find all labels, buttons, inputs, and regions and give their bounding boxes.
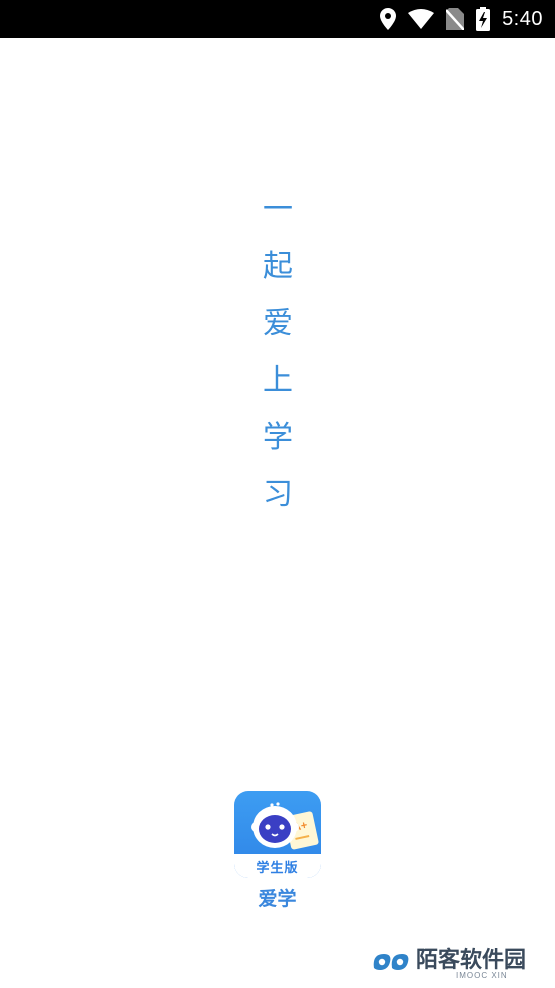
slogan-char: 起 xyxy=(263,249,293,284)
wifi-icon xyxy=(408,9,435,29)
robot-mascot-icon: A+ xyxy=(251,802,319,850)
watermark: 陌客软件园 IMOOC XIN xyxy=(370,942,545,986)
battery-charging-icon xyxy=(476,7,491,31)
app-icon-badge-label: 学生版 xyxy=(256,860,299,876)
location-icon xyxy=(380,8,397,30)
watermark-logo-icon xyxy=(373,954,409,970)
slogan-char: 学 xyxy=(263,420,293,455)
slogan-char: 习 xyxy=(263,477,293,512)
status-time: 5:40 xyxy=(502,7,543,30)
app-icon-badge: 学生版 xyxy=(234,854,321,878)
watermark-subtitle: IMOOC XIN xyxy=(456,971,508,980)
slogan-char: 一 xyxy=(263,192,293,227)
app-name: 爱学 xyxy=(258,888,297,910)
status-bar: 5:40 xyxy=(0,0,555,38)
slogan-char: 爱 xyxy=(263,306,293,341)
app-icon: A+ 学生版 xyxy=(234,791,321,878)
slogan-char: 上 xyxy=(263,363,293,398)
watermark-title: 陌客软件园 xyxy=(416,947,527,973)
slogan: 一 起 爱 上 学 习 xyxy=(248,190,308,532)
no-sim-icon xyxy=(446,8,465,30)
